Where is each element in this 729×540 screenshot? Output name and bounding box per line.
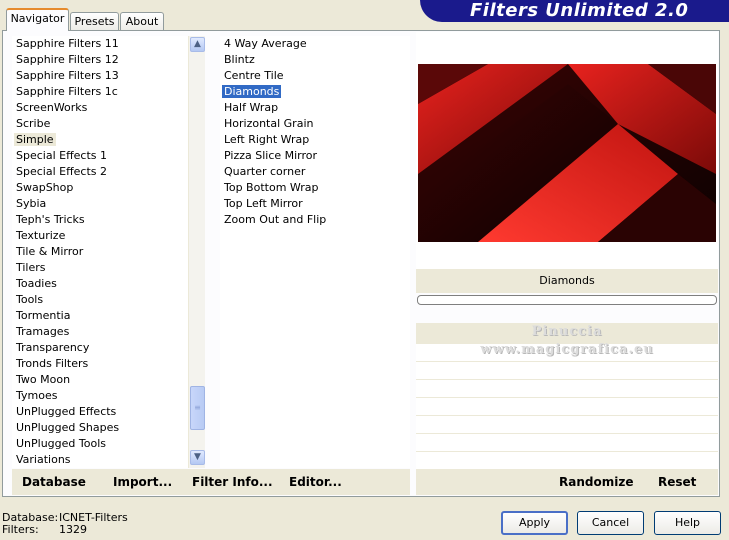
reset-button[interactable]: Reset xyxy=(658,472,696,492)
category-list[interactable]: Sapphire Filters 11 Sapphire Filters 12 Sa… xyxy=(12,36,188,468)
filter-item[interactable]: Zoom Out and Flip xyxy=(220,212,410,228)
filter-name-label: Diamonds xyxy=(416,269,718,293)
filter-item[interactable]: Horizontal Grain xyxy=(220,116,410,132)
apply-button[interactable]: Apply xyxy=(501,511,568,535)
filter-item[interactable]: Centre Tile xyxy=(220,68,410,84)
category-item[interactable]: Sapphire Filters 11 xyxy=(12,36,188,52)
progress-bar xyxy=(417,295,717,305)
scroll-down-icon[interactable]: ▼ xyxy=(190,450,205,465)
filters-status-value: 1329 xyxy=(59,523,87,536)
filters-status-label: Filters: xyxy=(2,523,39,536)
category-item[interactable]: Texturize xyxy=(12,228,188,244)
category-item[interactable]: Tymoes xyxy=(12,388,188,404)
parameters-area: Diamonds Pinuccia www.magicgrafica.eu xyxy=(416,269,718,487)
preview-area xyxy=(416,32,718,269)
navigator-panel: Sapphire Filters 11 Sapphire Filters 12 Sa… xyxy=(2,30,720,497)
category-item[interactable]: Tronds Filters xyxy=(12,356,188,372)
filter-item[interactable]: Top Left Mirror xyxy=(220,196,410,212)
category-item[interactable]: Simple xyxy=(12,132,188,148)
category-item[interactable]: Tile & Mirror xyxy=(12,244,188,260)
category-item[interactable]: UnPlugged Shapes xyxy=(12,420,188,436)
randomize-button[interactable]: Randomize xyxy=(559,472,633,492)
scroll-up-icon[interactable]: ▲ xyxy=(190,37,205,52)
category-item[interactable]: UnPlugged Effects xyxy=(12,404,188,420)
filter-item[interactable]: Left Right Wrap xyxy=(220,132,410,148)
left-button-bar: Database Import... Filter Info... Editor… xyxy=(12,469,410,495)
category-item[interactable]: Sapphire Filters 13 xyxy=(12,68,188,84)
category-item[interactable]: Sybia xyxy=(12,196,188,212)
category-item[interactable]: Tramages xyxy=(12,324,188,340)
import-button[interactable]: Import... xyxy=(113,472,172,492)
category-item[interactable]: Tilers xyxy=(12,260,188,276)
category-item[interactable]: Special Effects 1 xyxy=(12,148,188,164)
category-item[interactable]: Teph's Tricks xyxy=(12,212,188,228)
filter-item[interactable]: Half Wrap xyxy=(220,100,410,116)
filter-item[interactable]: Diamonds xyxy=(220,84,410,100)
category-item[interactable]: Special Effects 2 xyxy=(12,164,188,180)
category-item[interactable]: Two Moon xyxy=(12,372,188,388)
tab-navigator[interactable]: Navigator xyxy=(6,8,69,31)
preview-image xyxy=(418,64,716,242)
category-item[interactable]: Scribe xyxy=(12,116,188,132)
category-item[interactable]: Sapphire Filters 1c xyxy=(12,84,188,100)
category-item[interactable]: Sapphire Filters 12 xyxy=(12,52,188,68)
category-item[interactable]: Tools xyxy=(12,292,188,308)
help-button[interactable]: Help xyxy=(654,511,721,535)
category-item[interactable]: SwapShop xyxy=(12,180,188,196)
right-button-bar: Randomize Reset xyxy=(416,469,718,495)
category-item[interactable]: UnPlugged Tools xyxy=(12,436,188,452)
editor-button[interactable]: Editor... xyxy=(289,472,342,492)
status-info: Database: ICNET-Filters Filters: 1329 xyxy=(2,512,128,536)
category-item[interactable]: Variations xyxy=(12,452,188,468)
category-item[interactable]: Toadies xyxy=(12,276,188,292)
filter-list[interactable]: 4 Way Average Blintz Centre Tile Diamonds Ha… xyxy=(220,36,410,468)
watermark: Pinuccia www.magicgrafica.eu xyxy=(480,324,654,357)
filter-info-button[interactable]: Filter Info... xyxy=(192,472,273,492)
tab-presets[interactable]: Presets xyxy=(70,12,119,31)
category-item[interactable]: Tormentia xyxy=(12,308,188,324)
category-scrollbar[interactable]: ▲ ≡ ▼ xyxy=(188,36,205,468)
filter-item[interactable]: Top Bottom Wrap xyxy=(220,180,410,196)
database-button[interactable]: Database xyxy=(22,472,86,492)
filter-item[interactable]: 4 Way Average xyxy=(220,36,410,52)
tab-about[interactable]: About xyxy=(120,12,164,31)
category-item[interactable]: Transparency xyxy=(12,340,188,356)
category-item[interactable]: ScreenWorks xyxy=(12,100,188,116)
filter-item[interactable]: Pizza Slice Mirror xyxy=(220,148,410,164)
cancel-button[interactable]: Cancel xyxy=(577,511,644,535)
scroll-thumb[interactable]: ≡ xyxy=(190,386,205,430)
filter-item[interactable]: Blintz xyxy=(220,52,410,68)
filter-item[interactable]: Quarter corner xyxy=(220,164,410,180)
app-title: Filters Unlimited 2.0 xyxy=(420,0,729,22)
